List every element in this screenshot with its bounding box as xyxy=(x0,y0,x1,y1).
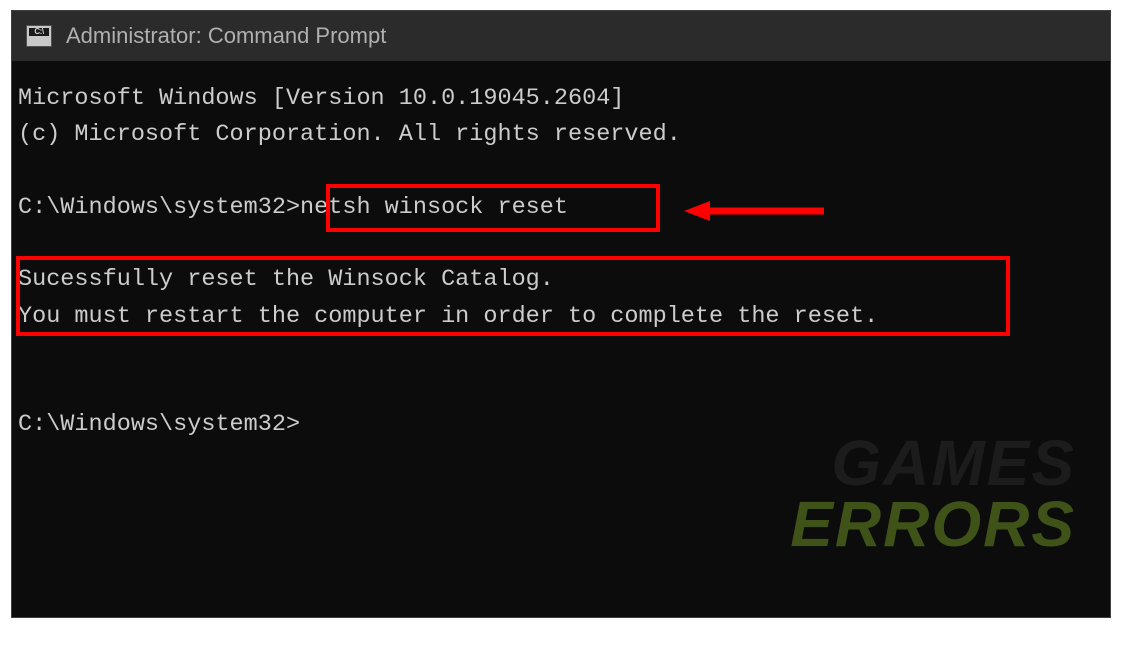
terminal-output[interactable]: Microsoft Windows [Version 10.0.19045.26… xyxy=(12,61,1110,450)
watermark: GAMES ERRORS xyxy=(790,433,1076,555)
blank-line xyxy=(18,371,1104,407)
copyright-line: (c) Microsoft Corporation. All rights re… xyxy=(18,117,1104,153)
watermark-line2: ERRORS xyxy=(790,494,1076,555)
command-prompt-window: C:\ Administrator: Command Prompt Micros… xyxy=(11,10,1111,618)
prompt-line-1: C:\Windows\system32>netsh winsock reset xyxy=(18,190,1104,226)
blank-line xyxy=(18,154,1104,190)
blank-line xyxy=(18,226,1104,262)
blank-line xyxy=(18,335,1104,371)
prompt-path: C:\Windows\system32> xyxy=(18,194,300,221)
titlebar[interactable]: C:\ Administrator: Command Prompt xyxy=(12,11,1110,61)
prompt-line-2: C:\Windows\system32> xyxy=(18,407,1104,443)
version-line: Microsoft Windows [Version 10.0.19045.26… xyxy=(18,81,1104,117)
output-line-2: You must restart the computer in order t… xyxy=(18,299,1104,335)
output-line-1: Sucessfully reset the Winsock Catalog. xyxy=(18,262,1104,298)
entered-command: netsh winsock reset xyxy=(300,194,568,221)
command-prompt-icon: C:\ xyxy=(26,25,52,47)
window-title: Administrator: Command Prompt xyxy=(66,23,386,49)
